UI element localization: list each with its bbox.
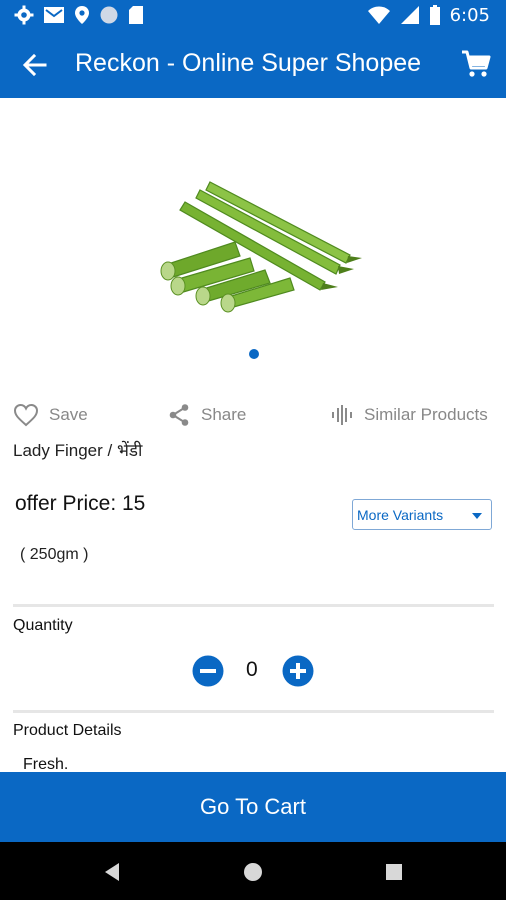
app-bar: Reckon - Online Super Shopee (0, 30, 506, 98)
status-time: 6:05 (449, 4, 490, 26)
gallery-page-indicator (249, 349, 259, 359)
product-image-gallery[interactable] (0, 120, 506, 382)
increase-quantity-button[interactable] (282, 655, 314, 687)
save-label: Save (49, 405, 88, 424)
divider (13, 710, 494, 713)
plus-circle-icon (282, 655, 314, 687)
nav-recents-icon[interactable] (383, 861, 405, 883)
more-variants-dropdown[interactable]: More Variants (352, 499, 492, 530)
signal-icon (400, 6, 419, 24)
product-weight: ( 250gm ) (20, 546, 89, 563)
shopping-cart-icon (462, 50, 491, 77)
similar-products-icon (332, 405, 352, 425)
settings-icon (14, 5, 34, 25)
location-icon (75, 6, 89, 24)
share-label: Share (201, 405, 247, 424)
battery-icon (429, 5, 440, 25)
go-to-cart-button[interactable]: Go To Cart (0, 772, 506, 842)
cart-button[interactable] (460, 48, 492, 80)
quantity-label: Quantity (13, 617, 73, 634)
system-navigation-bar (0, 842, 506, 900)
quantity-value: 0 (246, 658, 258, 681)
save-button[interactable]: Save (13, 398, 88, 432)
product-details-label: Product Details (13, 722, 122, 739)
nav-home-icon[interactable] (242, 861, 264, 883)
more-variants-label: More Variants (357, 506, 444, 523)
wifi-icon (367, 6, 390, 24)
dropdown-arrow-icon (472, 513, 482, 519)
minus-circle-icon (192, 655, 224, 687)
similar-products-button[interactable]: Similar Products (330, 398, 488, 432)
offer-price: offer Price: 15 (15, 492, 146, 515)
back-button[interactable] (20, 50, 50, 80)
nav-back-icon[interactable] (102, 861, 124, 883)
share-button[interactable]: Share (167, 398, 246, 432)
product-name: Lady Finger / भेंडी (13, 441, 143, 460)
status-icons-right: 6:05 (367, 4, 490, 26)
product-image (160, 181, 362, 313)
decrease-quantity-button[interactable] (192, 655, 224, 687)
gmail-icon (44, 7, 64, 23)
sd-card-icon (129, 6, 143, 24)
status-bar: 6:05 (0, 0, 506, 30)
circle-icon (100, 6, 118, 24)
divider (13, 604, 494, 607)
product-actions: Save Share Similar Products (0, 398, 506, 432)
arrow-back-icon (22, 53, 47, 77)
heart-icon (13, 403, 39, 427)
share-icon (169, 404, 189, 426)
status-icons-left (14, 4, 144, 26)
app-title: Reckon - Online Super Shopee (75, 49, 422, 77)
similar-products-label: Similar Products (364, 405, 488, 424)
